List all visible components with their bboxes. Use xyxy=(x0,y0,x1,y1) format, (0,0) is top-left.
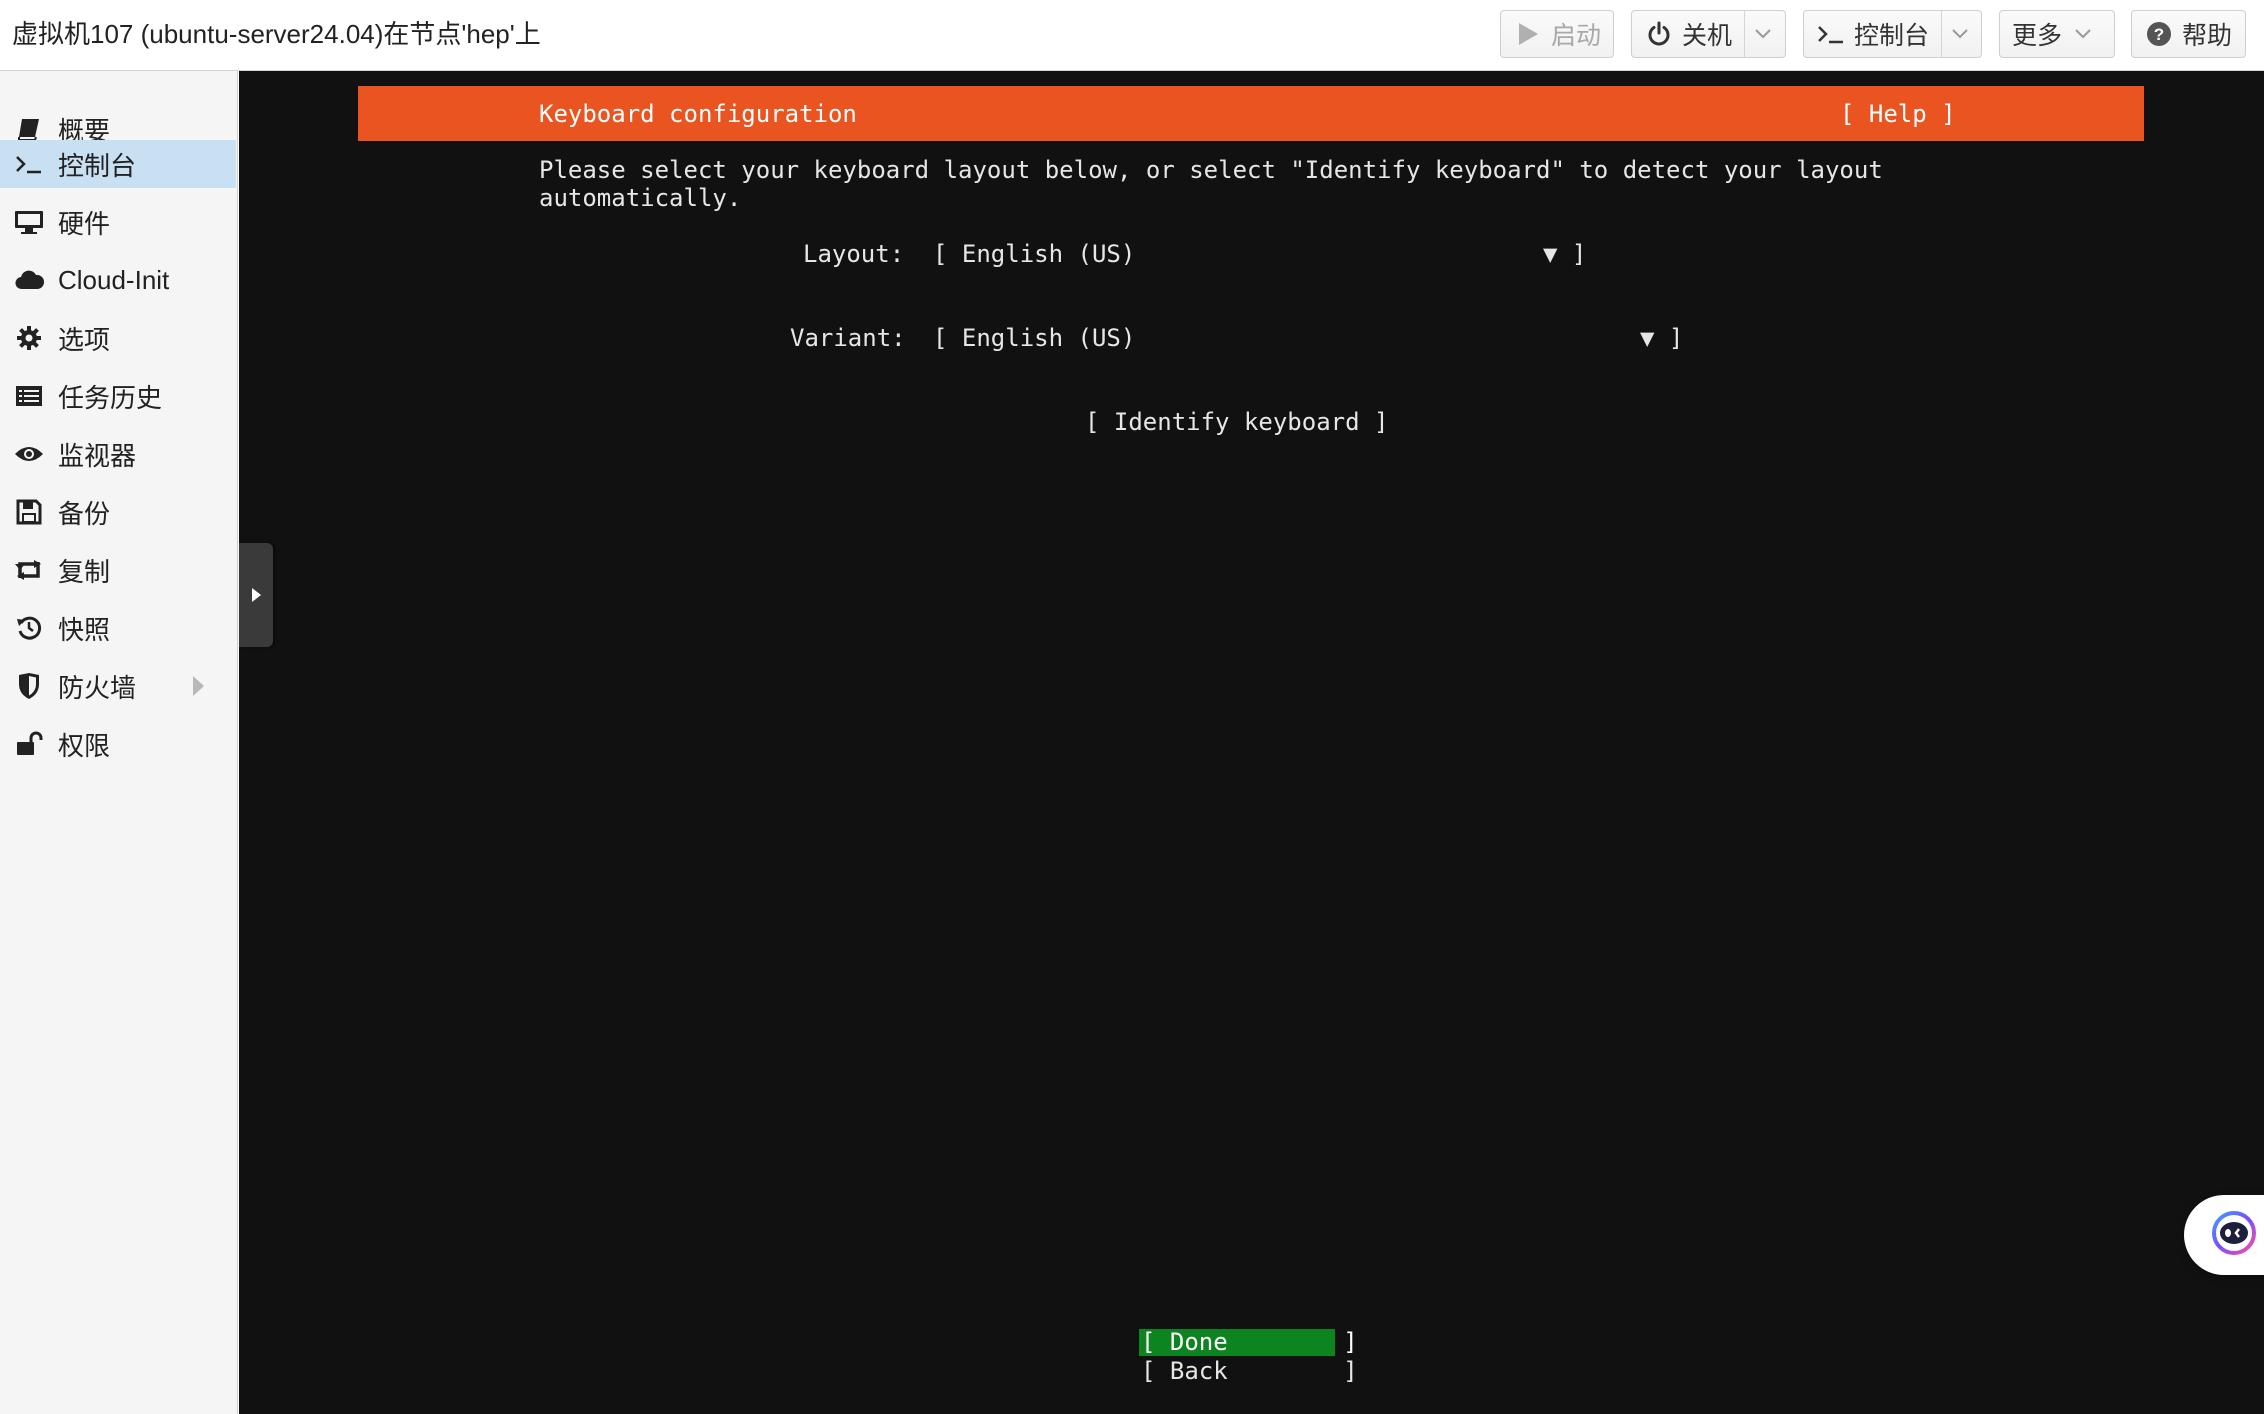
help-button-label: 帮助 xyxy=(2182,22,2233,50)
window-title: 虚拟机107 (ubuntu-server24.04)在节点'hep'上 xyxy=(12,19,541,49)
list-icon xyxy=(14,381,44,411)
chevron-down-icon xyxy=(2068,19,2098,49)
floppy-icon xyxy=(14,497,44,527)
shutdown-dropdown-toggle[interactable] xyxy=(1744,11,1780,57)
power-icon xyxy=(1644,19,1674,49)
vm-screen[interactable] xyxy=(358,71,2144,1414)
layout-select[interactable]: [ English (US) xyxy=(933,240,1135,268)
sidebar-item-label: 备份 xyxy=(58,498,111,529)
history-icon xyxy=(14,613,44,643)
sidebar-item-firewall[interactable]: 防火墙 xyxy=(0,662,236,710)
more-button[interactable]: 更多 xyxy=(1999,10,2115,58)
sidebar-item-task-history[interactable]: 任务历史 xyxy=(0,372,236,420)
variant-select[interactable]: [ English (US) xyxy=(933,324,1135,352)
sidebar-item-label: 快照 xyxy=(58,614,111,645)
variant-label: Variant: xyxy=(790,324,906,352)
unlock-icon xyxy=(14,729,44,759)
expand-arrow-icon[interactable] xyxy=(193,676,204,696)
sidebar-item-options[interactable]: 选项 xyxy=(0,314,236,362)
shutdown-button-label: 关机 xyxy=(1682,22,1733,50)
svg-text:?: ? xyxy=(2154,25,2164,44)
cloud-icon xyxy=(14,265,44,295)
help-button[interactable]: ? 帮助 xyxy=(2131,10,2246,58)
shutdown-button[interactable]: 关机 xyxy=(1631,10,1786,58)
back-button[interactable]: [ Back ] xyxy=(1141,1357,1358,1385)
identify-keyboard-button[interactable]: [ Identify keyboard ] xyxy=(1085,408,1388,436)
sidebar-item-label: 任务历史 xyxy=(58,382,163,413)
intro-line-1: Please select your keyboard layout below… xyxy=(539,156,1883,184)
retweet-icon xyxy=(14,555,44,585)
console-dropdown-toggle[interactable] xyxy=(1941,11,1977,57)
chevron-down-icon xyxy=(1951,29,1968,39)
sidebar-item-monitor[interactable]: 监视器 xyxy=(0,430,236,478)
eye-icon xyxy=(14,439,44,469)
sidebar-item-label: Cloud-Init xyxy=(58,264,170,295)
question-circle-icon: ? xyxy=(2144,19,2174,49)
sidebar-item-permissions[interactable]: 权限 xyxy=(0,720,236,768)
terminal-icon xyxy=(1816,19,1846,49)
sidebar-item-label: 监视器 xyxy=(58,440,137,471)
sidebar-item-hardware[interactable]: 硬件 xyxy=(0,198,236,246)
assistant-float-button[interactable] xyxy=(2184,1195,2264,1275)
sidebar-item-cloud-init[interactable]: Cloud-Init xyxy=(0,256,236,304)
sidebar-item-backup[interactable]: 备份 xyxy=(0,488,236,536)
help-link[interactable]: [ Help ] xyxy=(1840,100,1956,128)
assistant-icon xyxy=(2210,1209,2258,1262)
sidebar-item-label: 控制台 xyxy=(58,150,137,181)
sidebar-item-label: 防火墙 xyxy=(58,672,137,703)
sidebar-item-snapshots[interactable]: 快照 xyxy=(0,604,236,652)
gear-icon xyxy=(14,323,44,353)
monitor-icon xyxy=(14,207,44,237)
sidebar-item-label: 复制 xyxy=(58,556,111,587)
top-bar: 虚拟机107 (ubuntu-server24.04)在节点'hep'上 启动 … xyxy=(0,0,2264,71)
installer-title: Keyboard configuration xyxy=(539,100,857,128)
sidebar-item-label: 权限 xyxy=(58,730,111,761)
caret-right-icon xyxy=(251,588,261,602)
play-icon xyxy=(1513,19,1543,49)
sidebar: 概要 控制台 硬件 Cloud-Init 选项 任务历史 监视器 备份 复制 快… xyxy=(0,71,238,1414)
installer-header: Keyboard configuration [ Help ] xyxy=(358,86,2144,141)
shield-icon xyxy=(14,671,44,701)
sidebar-item-console[interactable]: 控制台 xyxy=(0,140,236,188)
console-button-label: 控制台 xyxy=(1854,22,1930,50)
variant-select-arrow[interactable]: ▼ ] xyxy=(1640,324,1683,352)
more-button-label: 更多 xyxy=(2012,22,2063,50)
done-button[interactable]: [ Done ] xyxy=(1141,1328,1358,1356)
sidebar-item-replication[interactable]: 复制 xyxy=(0,546,236,594)
sidebar-item-label: 选项 xyxy=(58,324,111,355)
start-button[interactable]: 启动 xyxy=(1500,10,1614,58)
sidebar-toggle-tab[interactable] xyxy=(239,543,273,647)
terminal-icon xyxy=(14,149,44,179)
start-button-label: 启动 xyxy=(1550,22,1601,50)
layout-select-arrow[interactable]: ▼ ] xyxy=(1543,240,1586,268)
sidebar-item-label: 硬件 xyxy=(58,208,111,239)
layout-label: Layout: xyxy=(803,240,905,268)
intro-line-2: automatically. xyxy=(539,184,742,212)
console-button[interactable]: 控制台 xyxy=(1803,10,1982,58)
chevron-down-icon xyxy=(1754,29,1771,39)
